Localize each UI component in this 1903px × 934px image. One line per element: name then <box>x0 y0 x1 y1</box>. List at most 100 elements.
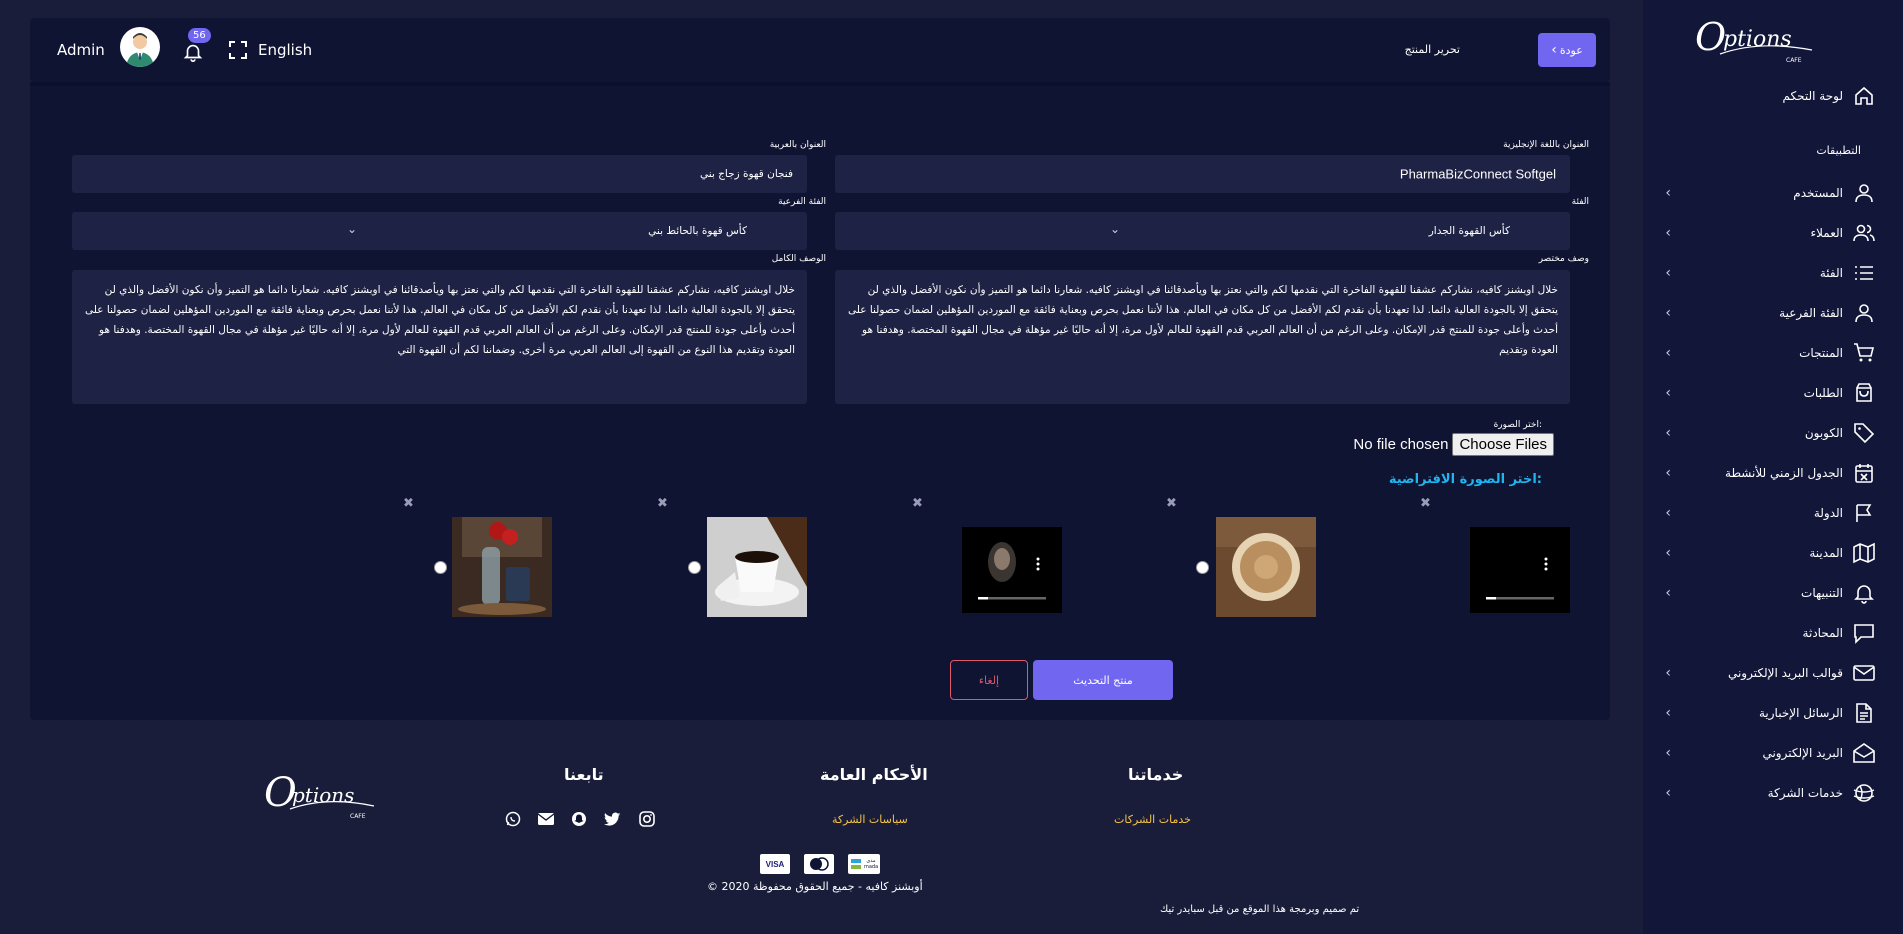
twitter-icon[interactable] <box>604 812 621 827</box>
sidebar-item[interactable]: التنبيهات ‹ <box>1643 573 1903 613</box>
bag-icon <box>1856 383 1872 402</box>
cart-icon <box>1854 343 1875 362</box>
title-ar-label: العنوان بالعربية <box>769 140 826 150</box>
category-label: الفئة <box>1571 197 1589 207</box>
sidebar-item[interactable]: خدمات الشركة ‹ <box>1643 773 1903 813</box>
sidebar-item[interactable]: الرسائل الإخبارية ‹ <box>1643 693 1903 733</box>
page-title: تحرير المنتج <box>1404 43 1460 56</box>
sidebar-item-label: لوحة التحكم <box>1782 89 1844 103</box>
visa-label: VISA <box>765 859 785 869</box>
user-icon <box>1855 304 1873 323</box>
globe-icon <box>1853 784 1875 802</box>
chevron-left-icon: ‹ <box>1665 185 1671 201</box>
default-image-option[interactable] <box>1216 517 1316 617</box>
cancel-button[interactable]: إلغاء <box>950 660 1028 700</box>
file-icon <box>1856 703 1872 723</box>
default-image-radio[interactable] <box>434 561 447 574</box>
svg-text:CAFE: CAFE <box>1786 57 1802 64</box>
copyright: © 2020 أوبشنز كافيه - جميع الحقوق محفوظة <box>707 880 923 893</box>
remove-image-icon[interactable]: ✖ <box>1166 496 1177 511</box>
sidebar-item[interactable]: الجدول الزمني للأنشطة ‹ <box>1643 453 1903 493</box>
chevron-left-icon: ‹ <box>1665 545 1671 561</box>
default-image-option[interactable] <box>452 517 552 617</box>
whatsapp-icon[interactable] <box>505 811 521 827</box>
chevron-down-icon: ⌄ <box>347 222 358 236</box>
choose-files-button[interactable]: Choose Files <box>1452 433 1554 456</box>
chevron-down-icon: ⌄ <box>1110 222 1121 236</box>
user-icon <box>1855 184 1873 203</box>
payment-methods: VISA مدى mada <box>760 854 884 874</box>
default-image-radio[interactable] <box>1196 561 1209 574</box>
sidebar-item-label: خدمات الشركة <box>1767 786 1843 800</box>
sidebar-item[interactable]: العملاء ‹ <box>1643 213 1903 253</box>
footer-terms-link[interactable]: سياسات الشركة <box>832 813 908 826</box>
short-desc-label: وصف مختصر <box>1538 254 1589 264</box>
sidebar-section-header: التطبيقات <box>1816 144 1861 157</box>
calendar-x-icon <box>1855 464 1873 483</box>
sidebar-item[interactable]: المدينة ‹ <box>1643 533 1903 573</box>
flag-icon <box>1856 504 1872 522</box>
subcategory-select[interactable]: كأس قهوة بالحائط بني ⌄ <box>72 212 807 250</box>
fullscreen-icon[interactable] <box>228 40 248 60</box>
chevron-left-icon: ‹ <box>1665 465 1671 481</box>
sidebar-item[interactable]: البريد الإلكتروني ‹ <box>1643 733 1903 773</box>
remove-image-icon[interactable]: ✖ <box>403 496 414 511</box>
back-button[interactable]: ‹ عودة <box>1538 33 1596 67</box>
sidebar-item[interactable]: الطلبات ‹ <box>1643 373 1903 413</box>
footer-terms-title: الأحكام العامة <box>820 765 928 784</box>
file-input[interactable]: No file chosen Choose Files <box>1353 433 1554 456</box>
avatar[interactable] <box>120 27 160 67</box>
footer-services-link[interactable]: خدمات الشركات <box>1114 813 1191 826</box>
default-image-radio[interactable] <box>688 561 701 574</box>
category-select[interactable]: كأس القهوة الجدار ⌄ <box>835 212 1570 250</box>
title-ar-input[interactable]: فنجان قهوة زجاج بني <box>72 155 807 193</box>
short-desc-textarea[interactable]: خلال اوبشنز كافيه، نشاركم عشقنا للقهوة ا… <box>835 270 1570 404</box>
sidebar-item-label: الفئة الفرعية <box>1779 306 1843 320</box>
topbar: Admin 56 English تحرير المنتج ‹ عودة <box>30 18 1610 82</box>
sidebar-item[interactable]: الفئة ‹ <box>1643 253 1903 293</box>
sidebar-item-label: الكوبون <box>1804 426 1843 440</box>
sidebar-item[interactable]: المستخدم ‹ <box>1643 173 1903 213</box>
options-cafe-logo[interactable]: O ptions CAFE <box>1690 10 1820 68</box>
default-image-option[interactable] <box>1470 517 1570 617</box>
chevron-left-icon: ‹ <box>1665 505 1671 521</box>
sidebar-item[interactable]: الكوبون ‹ <box>1643 413 1903 453</box>
sidebar-item[interactable]: المحادثة <box>1643 613 1903 653</box>
default-image-option[interactable] <box>707 517 807 617</box>
snapchat-icon[interactable] <box>571 811 587 827</box>
mail-open-icon <box>1853 743 1875 763</box>
full-desc-textarea[interactable]: خلال اوبشنز كافيه، نشاركم عشقنا للقهوة ا… <box>72 270 807 404</box>
sidebar-item[interactable]: قوالب البريد الإلكتروني ‹ <box>1643 653 1903 693</box>
instagram-icon[interactable] <box>639 811 655 827</box>
email-icon[interactable] <box>537 811 555 827</box>
footer-logo[interactable]: O ptions CAFE <box>262 762 377 824</box>
chevron-left-icon: ‹ <box>1665 385 1671 401</box>
language-switcher[interactable]: English <box>258 41 312 59</box>
remove-image-icon[interactable]: ✖ <box>657 496 668 511</box>
sidebar-item[interactable]: المنتجات ‹ <box>1643 333 1903 373</box>
remove-image-icon[interactable]: ✖ <box>1420 496 1431 511</box>
sidebar-item-label: الرسائل الإخبارية <box>1758 706 1843 720</box>
sidebar-item[interactable]: لوحة التحكم <box>1643 76 1903 116</box>
user-name[interactable]: Admin <box>57 41 105 59</box>
mail-icon <box>1853 665 1875 681</box>
map-icon <box>1853 542 1875 564</box>
title-en-label: العنوان باللغة الإنجليزية <box>1503 140 1589 150</box>
svg-text:O: O <box>1695 15 1726 59</box>
remove-image-icon[interactable]: ✖ <box>912 496 923 511</box>
svg-text:ptions: ptions <box>292 783 354 807</box>
sidebar-item[interactable]: الدولة ‹ <box>1643 493 1903 533</box>
sidebar-item-label: التنبيهات <box>1801 586 1843 600</box>
visa-card-icon: VISA <box>760 854 790 874</box>
chevron-left-icon: ‹ <box>1665 785 1671 801</box>
sidebar-item-label: المنتجات <box>1799 346 1843 360</box>
sidebar-item[interactable]: الفئة الفرعية ‹ <box>1643 293 1903 333</box>
sidebar: O ptions CAFE التطبيقات لوحة التحكم المست… <box>1643 0 1903 934</box>
sidebar-item-label: الفئة <box>1819 266 1843 280</box>
title-en-input[interactable]: PharmaBizConnect Softgel <box>835 155 1570 193</box>
notifications-button[interactable]: 56 <box>182 28 211 62</box>
default-image-option[interactable] <box>962 517 1062 617</box>
update-product-button[interactable]: منتج التحديث <box>1033 660 1173 700</box>
chevron-left-icon: ‹ <box>1665 345 1671 361</box>
sidebar-item-label: قوالب البريد الإلكتروني <box>1727 666 1843 680</box>
